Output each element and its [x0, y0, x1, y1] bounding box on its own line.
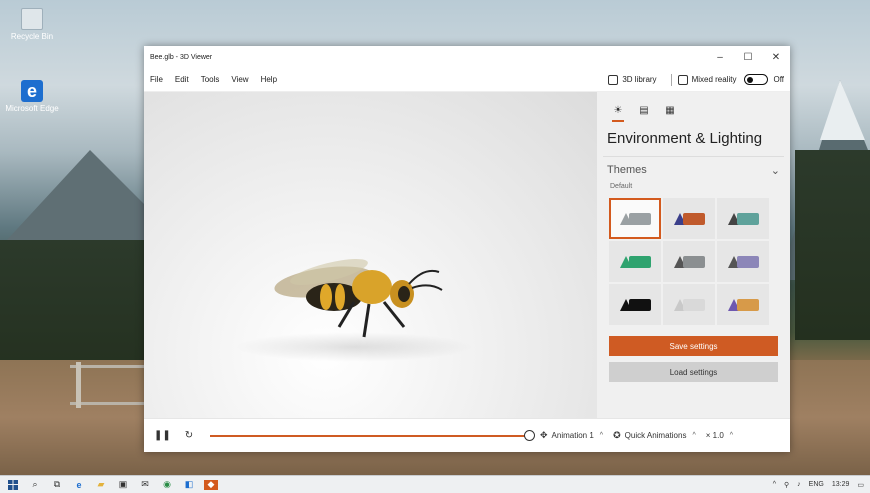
minimize-button[interactable]: – [706, 52, 734, 63]
slider-thumb[interactable] [524, 429, 535, 441]
store-icon[interactable]: ▣ [116, 479, 130, 490]
theme-swatch [682, 255, 705, 268]
chevron-up-icon[interactable]: ^ [773, 481, 776, 488]
menu-view[interactable]: View [231, 75, 248, 84]
theme-option[interactable] [717, 241, 769, 282]
mail-icon[interactable]: ✉ [138, 479, 152, 490]
language-indicator[interactable]: ENG [809, 481, 824, 488]
theme-option[interactable] [609, 284, 661, 325]
volume-icon[interactable]: ♪ [797, 481, 801, 488]
theme-option[interactable] [663, 241, 715, 282]
menu-bar: File Edit Tools View Help 3D library Mix… [144, 68, 790, 92]
search-icon[interactable]: ⌕ [28, 479, 42, 490]
playback-slider[interactable] [210, 429, 535, 441]
theme-option[interactable] [717, 284, 769, 325]
menu-file[interactable]: File [150, 75, 163, 84]
app-window: Bee.glb - 3D Viewer – ☐ ✕ File Edit Tool… [144, 46, 790, 452]
network-icon[interactable]: ⚲ [784, 481, 789, 489]
chevron-up-icon: ^ [692, 432, 696, 439]
chrome-icon[interactable]: ◉ [160, 479, 174, 490]
menu-edit[interactable]: Edit [175, 75, 189, 84]
animation-label: Animation 1 [551, 431, 594, 440]
theme-option[interactable] [663, 198, 715, 239]
desktop-icon-label: Recycle Bin [10, 32, 54, 41]
theme-option[interactable] [609, 198, 661, 239]
windows-icon [8, 479, 18, 490]
library-label: 3D library [622, 75, 657, 84]
forest-left [0, 240, 150, 380]
grid-tab-icon[interactable]: ▦ [659, 100, 681, 120]
maximize-button[interactable]: ☐ [734, 52, 762, 63]
themes-section-header[interactable]: Themes ⌄ [597, 157, 790, 183]
themes-grid [597, 195, 790, 328]
3d-viewport[interactable] [144, 92, 597, 418]
app-icon[interactable]: ◧ [182, 479, 196, 490]
forest-right [795, 150, 870, 340]
clock[interactable]: 13:29 [832, 481, 850, 488]
theme-swatch [682, 298, 705, 311]
playback-bar: ❚❚ ↻ ✥ Animation 1 ^ ✪ Quick Animations … [144, 418, 790, 452]
chevron-up-icon: ^ [729, 432, 734, 439]
edge-icon: e [21, 80, 43, 102]
chevron-down-icon: ⌄ [770, 164, 780, 177]
mountain-snow [820, 80, 865, 140]
theme-swatch [736, 255, 759, 268]
cube-icon [608, 74, 619, 85]
window-title: Bee.glb - 3D Viewer [150, 53, 213, 61]
recycle-bin-desktop-icon[interactable]: Recycle Bin [4, 8, 60, 41]
pause-icon[interactable]: ❚❚ [154, 430, 171, 441]
menu-help[interactable]: Help [261, 75, 277, 84]
library-button[interactable]: 3D library [608, 74, 657, 85]
themes-label: Themes [607, 164, 647, 176]
panel-title: Environment & Lighting [607, 130, 763, 147]
lighting-tab-icon[interactable]: ☀ [607, 100, 629, 122]
close-button[interactable]: ✕ [762, 52, 790, 63]
start-button[interactable] [6, 479, 20, 490]
theme-swatch [628, 255, 651, 268]
bee-model [274, 258, 443, 338]
speed-label: × 1.0 [705, 431, 724, 440]
desktop-icon-label: Microsoft Edge [5, 104, 59, 113]
chevron-up-icon: ^ [599, 432, 604, 439]
theme-swatch [736, 298, 759, 311]
edge-desktop-icon[interactable]: e Microsoft Edge [4, 80, 60, 113]
default-label: Default [610, 183, 633, 190]
mixed-reality-label: Mixed reality [691, 75, 737, 84]
mixed-reality-icon [677, 74, 688, 85]
speed-selector[interactable]: × 1.0 ^ [706, 431, 733, 440]
quick-animations-selector[interactable]: ✪ Quick Animations ^ [613, 430, 696, 441]
mixed-reality-button[interactable]: Mixed reality [677, 74, 737, 85]
title-bar: Bee.glb - 3D Viewer – ☐ ✕ [144, 46, 790, 68]
system-tray: ^ ⚲ ♪ ENG 13:29 ▭ [765, 481, 864, 489]
stats-tab-icon[interactable]: ▤ [633, 100, 655, 120]
animation-selector[interactable]: ✥ Animation 1 ^ [540, 430, 603, 441]
theme-option[interactable] [717, 198, 769, 239]
theme-swatch [628, 298, 651, 311]
loop-icon[interactable]: ↻ [182, 430, 196, 441]
fence [70, 362, 145, 408]
mixed-reality-toggle[interactable] [744, 74, 769, 85]
edge-taskbar-icon[interactable]: e [72, 480, 86, 490]
toolbar-divider [670, 73, 672, 86]
panel-tabs: ☀ ▤ ▦ [597, 92, 790, 122]
toggle-state-label: Off [773, 75, 784, 84]
file-explorer-icon[interactable]: ▰ [94, 479, 108, 490]
theme-swatch [628, 212, 651, 225]
save-settings-button[interactable]: Save settings [609, 336, 778, 356]
3d-viewer-taskbar-icon[interactable]: ◆ [204, 479, 218, 490]
notifications-icon[interactable]: ▭ [857, 481, 864, 489]
recycle-bin-icon [21, 8, 43, 30]
taskbar: ⌕ ⧉ e ▰ ▣ ✉ ◉ ◧ ◆ ^ ⚲ ♪ ENG 13:29 ▭ [0, 475, 870, 493]
menu-tools[interactable]: Tools [201, 75, 220, 84]
animation-icon: ✥ [540, 430, 548, 440]
theme-swatch [682, 212, 705, 225]
theme-option[interactable] [663, 284, 715, 325]
theme-swatch [736, 212, 759, 225]
load-settings-button[interactable]: Load settings [609, 362, 778, 382]
task-view-icon[interactable]: ⧉ [50, 479, 64, 490]
theme-option[interactable] [609, 241, 661, 282]
side-panel: ☀ ▤ ▦ Environment & Lighting Themes ⌄ De… [597, 92, 790, 418]
quick-animations-icon: ✪ [613, 430, 621, 440]
quick-animations-label: Quick Animations [624, 431, 687, 440]
